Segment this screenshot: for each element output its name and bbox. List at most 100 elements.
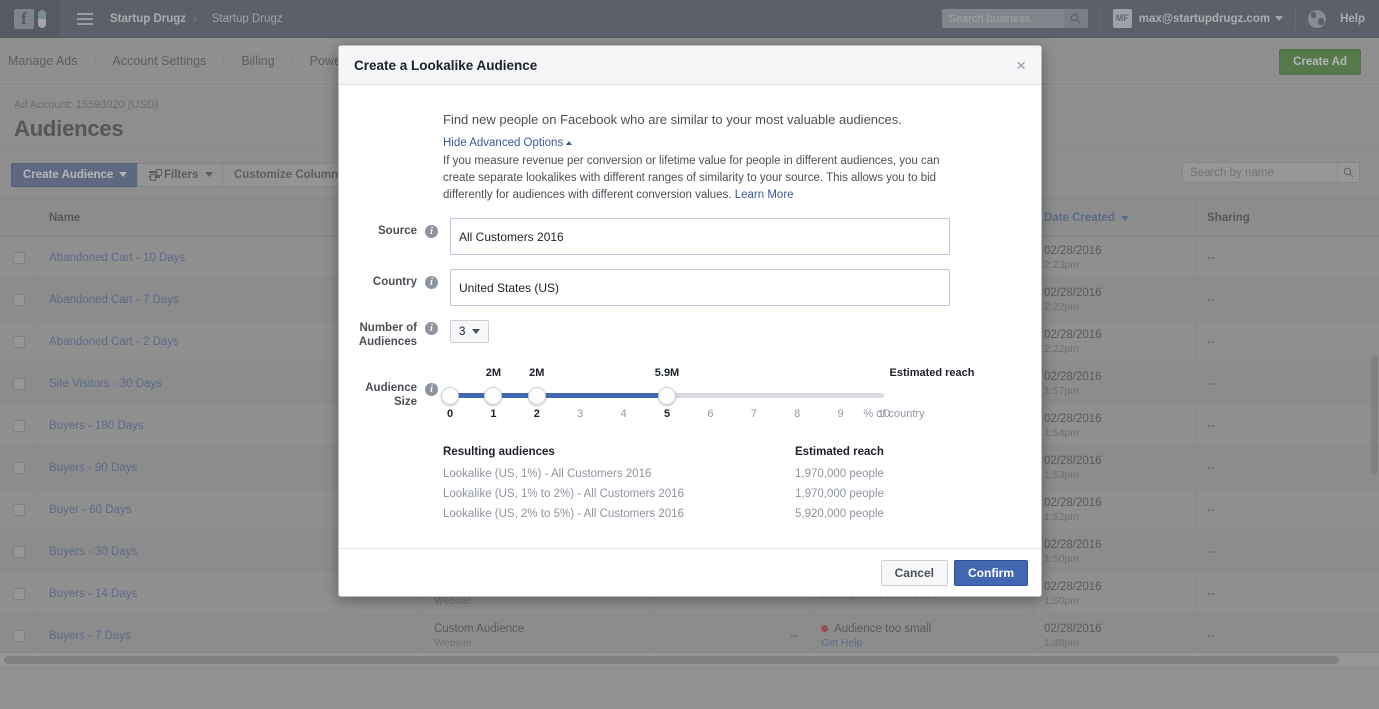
close-icon[interactable]: × [1016,57,1026,74]
audience-size-label-line1: Audience [365,382,417,394]
select-all-cell[interactable] [0,199,38,237]
chevron-down-icon [472,329,481,334]
search-by-name-placeholder: Search by name [1190,166,1274,179]
nav-item-manage-ads[interactable]: Manage Ads [0,53,96,69]
date-created: 02/28/2016 [1044,455,1102,467]
audience-type-sub: Website [434,637,472,649]
search-icon[interactable] [1063,9,1088,28]
slider-handle-3[interactable] [658,387,676,405]
row-checkbox[interactable] [0,531,38,573]
slider-handle-1[interactable] [484,387,503,405]
confirm-button[interactable]: Confirm [954,559,1028,586]
create-audience-button[interactable]: Create Audience [11,163,140,187]
row-checkbox[interactable] [0,321,38,363]
country-field-row: Country i United States (US) [339,269,1041,306]
availability-status: Audience too small [834,623,932,635]
nav-item-billing[interactable]: Billing [224,53,293,69]
breadcrumb-current[interactable]: Startup Drugz [212,13,283,25]
slider-handle-0[interactable] [441,387,459,405]
slider-track-active [450,393,667,398]
checkbox-icon [12,420,25,432]
result-row: Lookalike (US, 1%) - All Customers 2016 1… [443,468,943,480]
slider-handle-label-1: 2M [485,367,502,379]
slider-tick-8: 8 [794,408,801,420]
row-checkbox[interactable] [0,615,38,657]
cell-date-created: 02/28/2016 1:48pm [1033,615,1196,657]
info-icon[interactable]: i [425,225,438,238]
slider-tick-2: 2 [533,408,540,420]
cell-sharing: -- [1207,378,1215,390]
learn-more-link[interactable]: Learn More [735,189,794,201]
time-created: 1:48pm [1044,637,1080,649]
globe-icon[interactable] [1308,9,1327,28]
time-created: 1:52pm [1044,511,1080,523]
country-input[interactable]: United States (US) [450,269,950,306]
row-checkbox[interactable] [0,447,38,489]
country-label: Country [372,276,417,288]
search-business-input[interactable]: Search business [941,9,1088,28]
create-ad-button[interactable]: Create Ad [1279,49,1361,75]
help-link[interactable]: Help [1340,13,1365,25]
row-checkbox[interactable] [0,363,38,405]
result-estimated-reach: 1,970,000 people [795,488,884,500]
result-audience-name: Lookalike (US, 1% to 2%) - All Customers… [443,488,684,500]
availability-line: Audience too small [821,623,1021,635]
slider-handle-2[interactable] [527,387,546,405]
row-checkbox[interactable] [0,237,38,279]
source-input[interactable]: All Customers 2016 [450,218,950,255]
column-header-date-created[interactable]: Date Created [1033,199,1196,237]
availability-sub[interactable]: Get Help [821,637,1021,649]
audience-size-slider[interactable]: Estimated reach 2M 2M 5.9M % of country 0 1… [441,367,975,424]
dialog-header: Create a Lookalike Audience × [339,46,1041,85]
cell-sharing: -- [1207,294,1215,306]
info-icon[interactable]: i [425,383,438,396]
time-created: 1:50pm [1044,595,1080,607]
facebook-logo-icon: f [14,8,34,29]
search-icon[interactable] [1337,163,1359,182]
estimated-reach-axis-label: Estimated reach [889,367,975,379]
time-created: 2:22pm [1044,301,1080,313]
nav-item-account-settings[interactable]: Account Settings [96,53,225,69]
time-created: 2:22pm [1044,343,1080,355]
breadcrumb-root[interactable]: Startup Drugz [110,13,186,25]
customize-columns-button[interactable]: Customize Columns [222,163,357,187]
facebook-logo[interactable]: f [0,0,60,38]
row-checkbox[interactable] [0,489,38,531]
audience-name-link[interactable]: Buyers - 7 Days [49,630,411,642]
breadcrumb-separator-icon: › [193,12,197,25]
search-by-name-input[interactable]: Search by name [1182,162,1360,183]
filters-button[interactable]: Filters [137,163,225,187]
cancel-button[interactable]: Cancel [880,559,948,586]
row-checkbox[interactable] [0,573,38,615]
source-label: Source [378,225,417,237]
chevron-up-icon [566,140,573,145]
customize-columns-label: Customize Columns [234,169,345,181]
search-business-placeholder: Search business [948,12,1031,25]
table-horizontal-scrollbar[interactable] [0,652,1379,666]
row-checkbox[interactable] [0,405,38,447]
chevron-down-icon[interactable] [1275,16,1284,21]
table-row[interactable]: Buyers - 7 Days Custom Audience Website -- A… [0,615,1379,657]
checkbox-icon [12,252,25,264]
pill-icon [38,9,46,28]
slider-tick-1: 1 [490,408,497,420]
hamburger-menu-icon[interactable] [68,12,102,25]
slider-tick-10: 10 [877,408,891,420]
column-header-sharing[interactable]: Sharing [1196,199,1379,237]
intro-heading: Find new people on Facebook who are simi… [443,112,902,127]
row-checkbox[interactable] [0,279,38,321]
checkbox-icon [12,378,25,390]
table-vertical-scrollbar[interactable] [1371,355,1378,475]
date-created: 02/28/2016 [1044,245,1102,257]
cell-sharing: -- [1207,336,1215,348]
info-icon[interactable]: i [425,322,438,335]
number-of-audiences-select[interactable]: 3 [450,320,490,343]
slider-track[interactable] [441,385,950,405]
create-audience-label: Create Audience [23,169,114,181]
hide-advanced-options-toggle[interactable]: Hide Advanced Options [443,137,573,149]
number-of-audiences-label-line1: Number of [359,322,418,334]
results-rows: Lookalike (US, 1%) - All Customers 2016 1… [443,468,943,520]
time-created: 1:50pm [1044,553,1080,565]
info-icon[interactable]: i [425,276,438,289]
user-email-menu[interactable]: max@startupdrugz.com [1139,13,1270,25]
